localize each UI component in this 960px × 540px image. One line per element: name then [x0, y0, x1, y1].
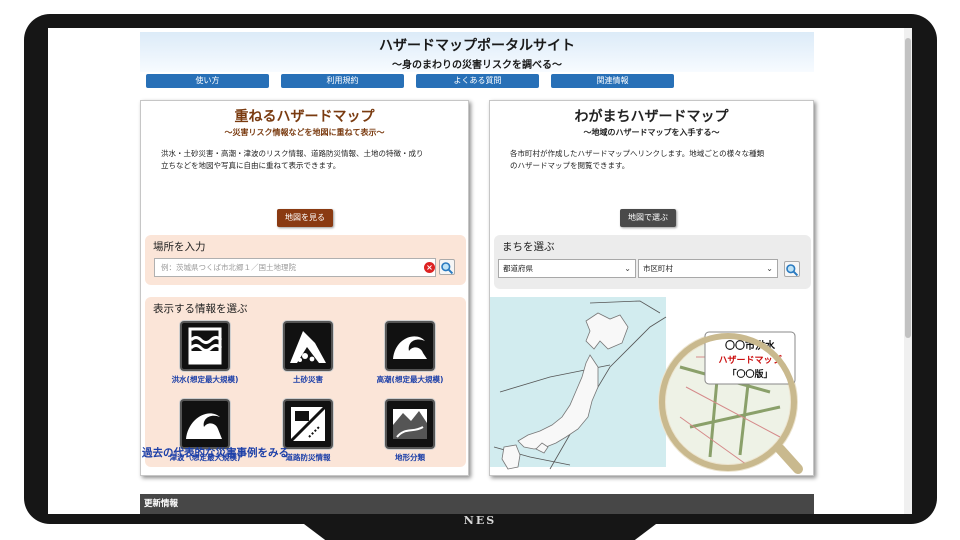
updates-header: 更新情報 [140, 494, 814, 514]
scrollbar-thumb[interactable] [905, 38, 911, 338]
right-desc-line-1: 各市町村が作成したハザードマップへリンクします。地域ごとの様々な種類 [510, 149, 765, 158]
info-select-box: 表示する情報を選ぶ 洪水(想定最大規模) 土砂災害 高潮(想定最大規模) 津波（… [145, 297, 466, 467]
tile-storm-surge-label: 高潮(想定最大規模) [376, 375, 444, 384]
overlay-hazard-map-panel: 重ねるハザードマップ 〜災害リスク情報などを地図に重ねて表示〜 洪水・土砂災害・… [140, 100, 469, 476]
page-subtitle: 〜身のまわりの災害リスクを調べる〜 [392, 60, 562, 71]
site-header: ハザードマップポータルサイト 〜身のまわりの災害リスクを調べる〜 [140, 32, 814, 72]
search-icon [786, 264, 799, 277]
left-panel-title: 重ねるハザードマップ [234, 109, 375, 125]
right-panel-subtitle: 〜地域のハザードマップを入手する〜 [583, 128, 720, 137]
tile-flood-label: 洪水(想定最大規模) [171, 375, 239, 384]
right-desc-line-2: のハザードマップを閲覧できます。 [510, 161, 630, 170]
left-desc-line-1: 洪水・土砂災害・高潮・津波のリスク情報、道路防災情報、土地の特徴・成り [161, 149, 424, 158]
place-search-button[interactable] [439, 259, 455, 275]
nav-item-terms[interactable]: 利用規約 [281, 74, 404, 88]
flood-icon [180, 321, 230, 371]
japan-map[interactable]: 〇〇市洪水 ハザードマップ 「〇〇版」 [490, 297, 812, 475]
select-on-map-button[interactable]: 地図で選ぶ [620, 209, 676, 227]
magnifier-text-line-3: 「〇〇版」 [727, 368, 772, 380]
storm-surge-icon [385, 321, 435, 371]
landslide-icon [283, 321, 333, 371]
chevron-down-icon: ⌄ [624, 264, 631, 273]
monitor-brand: NES [463, 514, 497, 527]
nav-item-related[interactable]: 関連情報 [551, 74, 674, 88]
tile-landslide-label: 土砂災害 [293, 375, 323, 384]
page-title: ハザードマップポータルサイト [379, 38, 575, 54]
left-desc-line-2: 立ちなどを地図や写真に自由に重ねて表示できます。 [161, 161, 341, 170]
right-panel-description: 各市町村が作成したハザードマップへリンクします。地域ごとの様々な種類 のハザード… [510, 148, 800, 172]
road-hazard-icon [283, 399, 333, 449]
view-map-button[interactable]: 地図を見る [277, 209, 333, 227]
clear-icon[interactable]: × [424, 262, 435, 273]
right-panel-title: わがまちハザードマップ [574, 109, 729, 125]
tile-landform-label: 地形分類 [395, 453, 425, 462]
info-select-label: 表示する情報を選ぶ [153, 303, 248, 315]
tsunami-icon [180, 399, 230, 449]
landform-icon [385, 399, 435, 449]
portal-page: ハザードマップポータルサイト 〜身のまわりの災害リスクを調べる〜 使い方 利用規… [140, 28, 814, 514]
browser-viewport: ハザードマップポータルサイト 〜身のまわりの災害リスクを調べる〜 使い方 利用規… [48, 28, 912, 514]
prefecture-select[interactable]: 都道府県 ⌄ [498, 259, 636, 278]
town-search-button[interactable] [784, 261, 800, 277]
nav-item-faq[interactable]: よくある質問 [416, 74, 539, 88]
local-hazard-map-panel: わがまちハザードマップ 〜地域のハザードマップを入手する〜 各市町村が作成したハ… [489, 100, 814, 476]
nav-item-usage[interactable]: 使い方 [146, 74, 269, 88]
town-select-label: まちを選ぶ [502, 241, 555, 253]
past-disasters-link[interactable]: 過去の代表的な災害事例をみる [142, 445, 289, 460]
place-search-box: 場所を入力 例：茨城県つくば市北郷１／国土地理院 × [145, 235, 466, 285]
search-icon [441, 262, 454, 275]
scrollbar[interactable] [904, 28, 912, 514]
chevron-down-icon: ⌄ [766, 264, 773, 273]
nav-bar: 使い方 利用規約 よくある質問 関連情報 [140, 74, 814, 88]
city-select[interactable]: 市区町村 ⌄ [638, 259, 778, 278]
place-search-input[interactable]: 例：茨城県つくば市北郷１／国土地理院 [154, 258, 436, 277]
town-select-box: まちを選ぶ 都道府県 ⌄ 市区町村 ⌄ [494, 235, 811, 289]
place-search-label: 場所を入力 [153, 241, 206, 253]
left-panel-description: 洪水・土砂災害・高潮・津波のリスク情報、道路防災情報、土地の特徴・成り 立ちなど… [161, 148, 451, 172]
left-panel-subtitle: 〜災害リスク情報などを地図に重ねて表示〜 [224, 128, 385, 137]
